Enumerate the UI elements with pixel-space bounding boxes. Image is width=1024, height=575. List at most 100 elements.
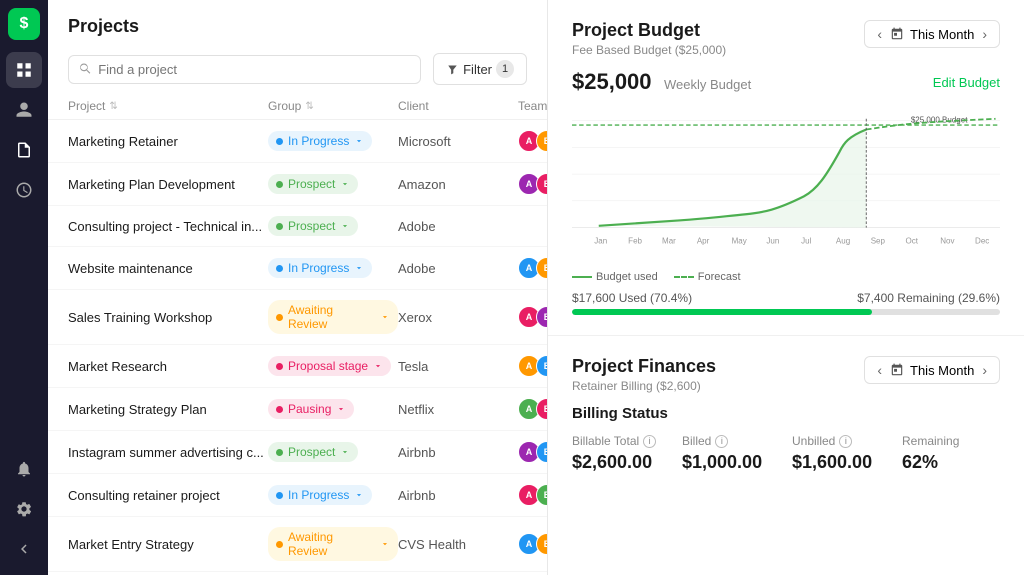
finances-next-month[interactable]: › [980, 362, 989, 378]
info-icon: i [839, 435, 852, 448]
grid-icon [15, 61, 33, 79]
progress-bar [572, 309, 1000, 315]
table-row[interactable]: Marketing Retainer In Progress Microsoft… [48, 120, 547, 163]
sidebar-item-grid[interactable] [6, 52, 42, 88]
chevron-down-icon [380, 312, 390, 322]
status-badge[interactable]: Prospect [268, 174, 358, 194]
table-row[interactable]: Instagram summer advertising c... Prospe… [48, 431, 547, 474]
status-badge[interactable]: Awaiting Review [268, 527, 398, 561]
sidebar-item-settings[interactable] [6, 491, 42, 527]
finances-calendar-icon [890, 363, 904, 377]
project-status[interactable]: In Progress [268, 131, 398, 151]
svg-text:Apr: Apr [697, 237, 710, 246]
filter-icon [446, 63, 459, 76]
legend-budget-used: Budget used [572, 271, 658, 283]
project-name: Market Entry Strategy [68, 537, 268, 552]
sidebar-item-docs[interactable] [6, 132, 42, 168]
avatar: B [536, 441, 547, 463]
sidebar-item-user[interactable] [6, 92, 42, 128]
budget-month-nav[interactable]: ‹ This Month › [864, 20, 1000, 48]
budget-subtitle: Fee Based Budget ($25,000) [572, 43, 726, 57]
finances-section: Project Finances Retainer Billing ($2,60… [548, 336, 1024, 493]
project-status[interactable]: Prospect [268, 174, 398, 194]
project-status[interactable]: Awaiting Review [268, 300, 398, 334]
status-badge[interactable]: In Progress [268, 258, 372, 278]
avatar: B [536, 173, 547, 195]
chevron-down-icon [354, 263, 364, 273]
chevron-down-icon [340, 221, 350, 231]
project-status[interactable]: Prospect [268, 216, 398, 236]
budget-next-month[interactable]: › [980, 26, 989, 42]
projects-list: Marketing Retainer In Progress Microsoft… [48, 120, 547, 575]
chevron-down-icon [336, 404, 346, 414]
chart-svg: $25,000 Budget Jan Feb Mar Apr May J [572, 103, 1000, 263]
table-row[interactable]: Sales Training Workshop Awaiting Review … [48, 290, 547, 345]
billing-label: Unbilled i [792, 434, 890, 448]
status-badge[interactable]: In Progress [268, 485, 372, 505]
legend-forecast: Forecast [674, 271, 741, 283]
filter-button[interactable]: Filter 1 [433, 53, 527, 85]
budget-amount: $25,000 [572, 69, 652, 94]
edit-budget-link[interactable]: Edit Budget [933, 75, 1000, 90]
avatar: B [536, 398, 547, 420]
table-row[interactable]: Consulting project - Technical in... Pro… [48, 206, 547, 247]
status-badge[interactable]: Proposal stage [268, 356, 391, 376]
projects-toolbar: Filter 1 [48, 45, 547, 93]
status-dot [276, 449, 283, 456]
sidebar-item-back[interactable] [6, 531, 42, 567]
project-status[interactable]: Awaiting Review [268, 527, 398, 561]
client-name: Netflix [398, 402, 518, 417]
status-badge[interactable]: Awaiting Review [268, 300, 398, 334]
status-dot [276, 138, 283, 145]
status-badge[interactable]: Pausing [268, 399, 354, 419]
finances-month-nav[interactable]: ‹ This Month › [864, 356, 1000, 384]
table-row[interactable]: Market Entry Strategy Awaiting Review CV… [48, 517, 547, 572]
client-name: CVS Health [398, 537, 518, 552]
client-name: Adobe [398, 261, 518, 276]
table-row[interactable]: Market Research Proposal stage Tesla ABC [48, 345, 547, 388]
status-badge[interactable]: Prospect [268, 216, 358, 236]
budget-remaining-label: $7,400 Remaining (29.6%) [857, 291, 1000, 305]
team-avatars: AB [518, 173, 547, 195]
budget-prev-month[interactable]: ‹ [875, 26, 884, 42]
search-box[interactable] [68, 55, 421, 84]
avatar: B [536, 306, 547, 328]
info-icon: i [643, 435, 656, 448]
client-name: Tesla [398, 359, 518, 374]
status-badge[interactable]: Prospect [268, 442, 358, 462]
col-client: Client [398, 99, 518, 113]
project-name: Market Research [68, 359, 268, 374]
app-logo: $ [8, 8, 40, 40]
project-name: Website maintenance [68, 261, 268, 276]
search-input[interactable] [98, 62, 410, 77]
finances-prev-month[interactable]: ‹ [875, 362, 884, 378]
col-project[interactable]: Project ⇅ [68, 99, 268, 113]
sidebar-item-clock[interactable] [6, 172, 42, 208]
status-dot [276, 363, 283, 370]
status-badge[interactable]: In Progress [268, 131, 372, 151]
avatar: B [536, 257, 547, 279]
project-status[interactable]: Prospect [268, 442, 398, 462]
team-avatars: ABC [518, 441, 547, 463]
team-avatars: AB [518, 533, 547, 555]
billing-label: Remaining [902, 434, 1000, 448]
chevron-down-icon [354, 490, 364, 500]
avatar: B [536, 484, 547, 506]
svg-text:Dec: Dec [975, 237, 989, 246]
project-name: Consulting project - Technical in... [68, 219, 268, 234]
table-row[interactable]: Consulting retainer project In Progress … [48, 474, 547, 517]
project-status[interactable]: In Progress [268, 485, 398, 505]
project-status[interactable]: Proposal stage [268, 356, 398, 376]
billing-value: $1,600.00 [792, 452, 890, 473]
client-name: Adobe [398, 219, 518, 234]
legend-solid-line [572, 276, 592, 278]
project-status[interactable]: Pausing [268, 399, 398, 419]
budget-used-label: $17,600 Used (70.4%) [572, 291, 692, 305]
col-group[interactable]: Group ⇅ [268, 99, 398, 113]
sidebar-item-notifications[interactable] [6, 451, 42, 487]
table-row[interactable]: Website maintenance In Progress Adobe AB… [48, 247, 547, 290]
project-status[interactable]: In Progress [268, 258, 398, 278]
table-row[interactable]: Marketing Strategy Plan Pausing Netflix … [48, 388, 547, 431]
billing-value: $1,000.00 [682, 452, 780, 473]
table-row[interactable]: Marketing Plan Development Prospect Amaz… [48, 163, 547, 206]
